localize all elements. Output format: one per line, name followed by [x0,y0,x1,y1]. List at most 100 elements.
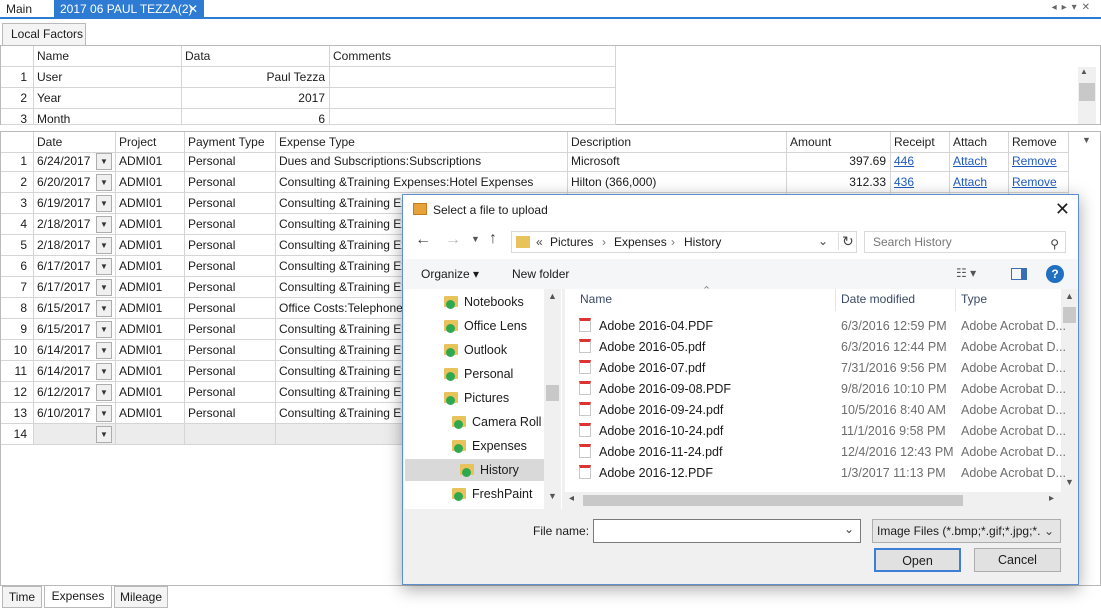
expense-pay-cell[interactable]: Personal [185,277,276,298]
forward-arrow-icon[interactable]: → [445,231,461,249]
breadcrumb-history[interactable]: History [684,235,721,249]
expense-date-cell[interactable]: 6/20/2017 ▼ [34,172,116,193]
expense-pay-cell[interactable] [185,424,276,445]
expense-pay-cell[interactable]: Personal [185,382,276,403]
scroll-down-icon[interactable]: ▼ [548,491,557,501]
tree-item-pictures[interactable]: Pictures [444,387,509,409]
scroll-thumb[interactable] [546,385,559,401]
open-button[interactable]: Open [874,548,961,572]
expense-attach-cell[interactable]: Attach [950,151,1009,172]
file-row[interactable]: Adobe 2016-05.pdf 6/3/2016 12:44 PM Adobe … [579,337,1066,358]
column-header-date[interactable]: Date [34,132,116,153]
address-bar[interactable]: « Pictures › Expenses › History ⌄ ↻ [511,231,857,253]
column-header-type[interactable]: Type [961,292,987,306]
factor-comments-cell[interactable] [330,109,616,125]
column-header-description[interactable]: Description [568,132,787,153]
expense-project-cell[interactable] [116,424,185,445]
date-dropdown-button[interactable]: ▼ [96,300,112,317]
expense-project-cell[interactable]: ADMI01 [116,382,185,403]
column-divider[interactable] [955,289,956,311]
expense-date-cell[interactable]: 6/15/2017 ▼ [34,298,116,319]
tree-item-outlook[interactable]: Outlook [444,339,507,361]
remove-link[interactable]: Remove [1012,154,1057,168]
expense-date-cell[interactable]: 6/17/2017 ▼ [34,256,116,277]
tree-item-expenses[interactable]: Expenses [452,435,527,457]
expense-date-cell[interactable]: 6/14/2017 ▼ [34,361,116,382]
expense-project-cell[interactable]: ADMI01 [116,298,185,319]
scroll-left-icon[interactable]: ◂ [569,493,574,504]
search-input[interactable]: Search History ⚲ [864,231,1066,253]
file-row[interactable]: Adobe 2016-12.PDF 1/3/2017 11:13 PM Adobe … [579,463,1066,484]
expense-project-cell[interactable]: ADMI01 [116,214,185,235]
column-header-comments[interactable]: Comments [330,46,616,67]
expense-pay-cell[interactable]: Personal [185,172,276,193]
tab-local-factors[interactable]: Local Factors [2,23,86,45]
organize-menu[interactable]: Organize ▾ [421,267,479,281]
scroll-right-icon[interactable]: ▸ [1049,493,1054,504]
scroll-down-icon[interactable]: ▼ [1082,135,1091,145]
date-dropdown-button[interactable]: ▼ [96,195,112,212]
expense-pay-cell[interactable]: Personal [185,361,276,382]
scroll-down-icon[interactable]: ▼ [1065,477,1074,487]
breadcrumb-expenses[interactable]: Expenses [614,235,667,249]
expense-type-cell[interactable]: Consulting &Training Expenses:Hotel Expe… [276,172,568,193]
expense-date-cell[interactable]: 6/14/2017 ▼ [34,340,116,361]
date-dropdown-button[interactable]: ▼ [96,237,112,254]
date-dropdown-button[interactable]: ▼ [96,216,112,233]
date-dropdown-button[interactable]: ▼ [96,384,112,401]
expense-amount-cell[interactable]: 312.33 [787,172,891,193]
expense-date-cell[interactable]: 6/24/2017 ▼ [34,151,116,172]
preview-pane-icon[interactable] [1011,268,1027,280]
file-row[interactable]: Adobe 2016-09-08.PDF 9/8/2016 10:10 PM Ado… [579,379,1066,400]
expenses-scroll-indicator[interactable]: ▼ [1078,132,1096,151]
receipt-link[interactable]: 446 [894,154,914,168]
expense-remove-cell[interactable]: Remove [1009,151,1069,172]
tree-item-history[interactable]: History [405,459,544,481]
refresh-icon[interactable]: ↻ [838,233,854,250]
tab-document[interactable]: 2017 06 PAUL TEZZA(2) ✕ [54,0,204,19]
close-icon[interactable]: ✕ [1055,199,1070,220]
expense-project-cell[interactable]: ADMI01 [116,277,185,298]
tree-item-freshpaint[interactable]: FreshPaint [452,483,532,505]
expense-project-cell[interactable]: ADMI01 [116,235,185,256]
expense-project-cell[interactable]: ADMI01 [116,193,185,214]
factor-name-cell[interactable]: User [34,67,182,88]
recent-locations-icon[interactable]: ▼ [471,234,480,244]
factor-comments-cell[interactable] [330,67,616,88]
date-dropdown-button[interactable]: ▼ [96,258,112,275]
expense-pay-cell[interactable]: Personal [185,151,276,172]
date-dropdown-button[interactable]: ▼ [96,405,112,422]
expense-pay-cell[interactable]: Personal [185,235,276,256]
column-header-name[interactable]: Name [34,46,182,67]
factor-name-cell[interactable]: Month [34,109,182,125]
file-row[interactable]: Adobe 2016-11-24.pdf 12/4/2016 12:43 PM Ad… [579,442,1066,463]
column-header-project[interactable]: Project [116,132,185,153]
scroll-up-icon[interactable]: ▲ [548,291,557,301]
column-header-attach[interactable]: Attach [950,132,1009,153]
close-tab-icon[interactable]: ✕ [188,0,198,19]
expense-project-cell[interactable]: ADMI01 [116,256,185,277]
tree-item-office-lens[interactable]: Office Lens [444,315,527,337]
chevron-down-icon[interactable]: ⌄ [818,234,828,248]
expense-pay-cell[interactable]: Personal [185,403,276,424]
column-header-remove[interactable]: Remove [1009,132,1069,153]
expense-type-cell[interactable]: Dues and Subscriptions:Subscriptions [276,151,568,172]
file-row[interactable]: Adobe 2016-04.PDF 6/3/2016 12:59 PM Adobe … [579,316,1066,337]
expense-pay-cell[interactable]: Personal [185,298,276,319]
expense-remove-cell[interactable]: Remove [1009,172,1069,193]
tree-scrollbar[interactable]: ▲ ▼ [544,289,561,509]
expense-pay-cell[interactable]: Personal [185,193,276,214]
expense-project-cell[interactable]: ADMI01 [116,151,185,172]
help-icon[interactable]: ? [1046,265,1064,283]
file-name-input[interactable]: ⌄ [593,519,861,543]
column-header-expense-type[interactable]: Expense Type [276,132,568,153]
remove-link[interactable]: Remove [1012,175,1057,189]
breadcrumb-overflow[interactable]: « [536,235,543,249]
column-header-payment-type[interactable]: Payment Type [185,132,276,153]
factor-data-cell[interactable]: 6 [182,109,330,125]
scroll-up-icon[interactable]: ▲ [1080,67,1088,76]
column-header-receipt[interactable]: Receipt [891,132,950,153]
expense-date-cell[interactable]: 6/15/2017 ▼ [34,319,116,340]
date-dropdown-button[interactable]: ▼ [96,342,112,359]
expense-pay-cell[interactable]: Personal [185,256,276,277]
